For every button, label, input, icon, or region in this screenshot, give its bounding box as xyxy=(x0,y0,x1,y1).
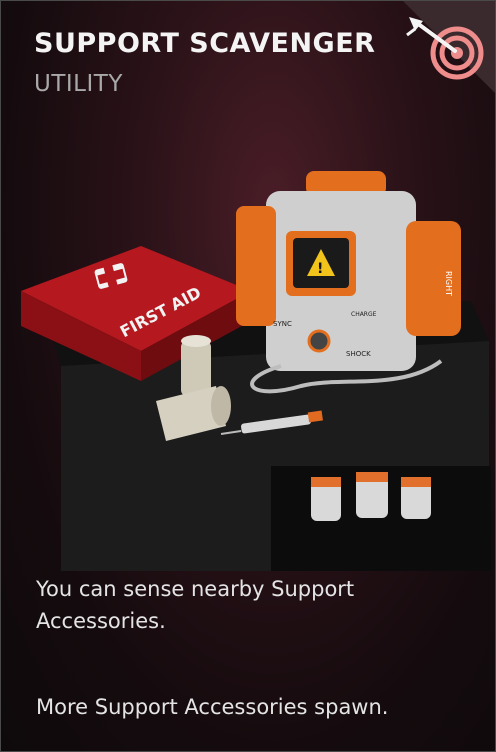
pill-bottle xyxy=(356,476,388,518)
svg-text:SYNC: SYNC xyxy=(273,320,292,328)
perk-illustration: FIRST AID ! SYNC CHARGE SHOCK RIGHT xyxy=(21,171,491,571)
perk-description-2: More Support Accessories spawn. xyxy=(36,695,389,719)
svg-text:!: ! xyxy=(317,261,323,277)
perk-description-1: You can sense nearby Support Accessories… xyxy=(36,577,355,633)
target-arrow-icon xyxy=(406,17,484,80)
perk-title: SUPPORT SCAVENGER xyxy=(34,28,376,59)
perk-category: UTILITY xyxy=(34,71,123,97)
perk-card[interactable]: SUPPORT SCAVENGER UTILITY FIRST AID ! SY… xyxy=(0,0,496,752)
svg-text:SHOCK: SHOCK xyxy=(346,350,371,358)
svg-text:CHARGE: CHARGE xyxy=(351,311,377,318)
svg-text:RIGHT: RIGHT xyxy=(444,271,453,296)
